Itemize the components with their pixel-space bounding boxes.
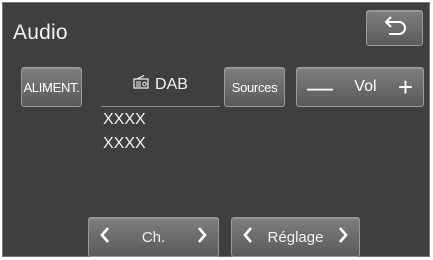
tuning-prev-button[interactable] [240, 226, 256, 248]
volume-down-button[interactable]: — [307, 74, 333, 100]
tuning-next-button[interactable] [335, 226, 351, 248]
station-line-1: XXXX [103, 111, 146, 128]
tuning-label: Réglage [267, 228, 324, 246]
radio-icon [133, 74, 149, 94]
chevron-right-icon [198, 227, 207, 243]
channel-label: Ch. [141, 228, 166, 246]
chevron-left-icon [100, 227, 109, 243]
source-name: DAB [155, 75, 188, 93]
audio-screen: Audio ALIMENT. DAB Sources — Vol + XXXX … [2, 2, 430, 257]
tuning-control: Réglage [231, 217, 360, 257]
channel-next-button[interactable] [194, 226, 210, 248]
sources-button[interactable]: Sources [224, 67, 285, 107]
station-line-2: XXXX [103, 135, 146, 152]
volume-label: Vol [354, 78, 377, 95]
back-arrow-icon [383, 15, 407, 41]
channel-prev-button[interactable] [97, 226, 113, 248]
volume-control: — Vol + [296, 67, 424, 107]
volume-up-button[interactable]: + [398, 74, 413, 100]
chevron-left-icon [243, 227, 252, 243]
power-button[interactable]: ALIMENT. [21, 67, 82, 107]
back-button[interactable] [366, 10, 423, 46]
channel-control: Ch. [88, 217, 219, 257]
page-title: Audio [13, 21, 68, 44]
chevron-right-icon [338, 227, 348, 243]
source-divider [101, 106, 220, 107]
current-source: DAB [101, 74, 220, 94]
